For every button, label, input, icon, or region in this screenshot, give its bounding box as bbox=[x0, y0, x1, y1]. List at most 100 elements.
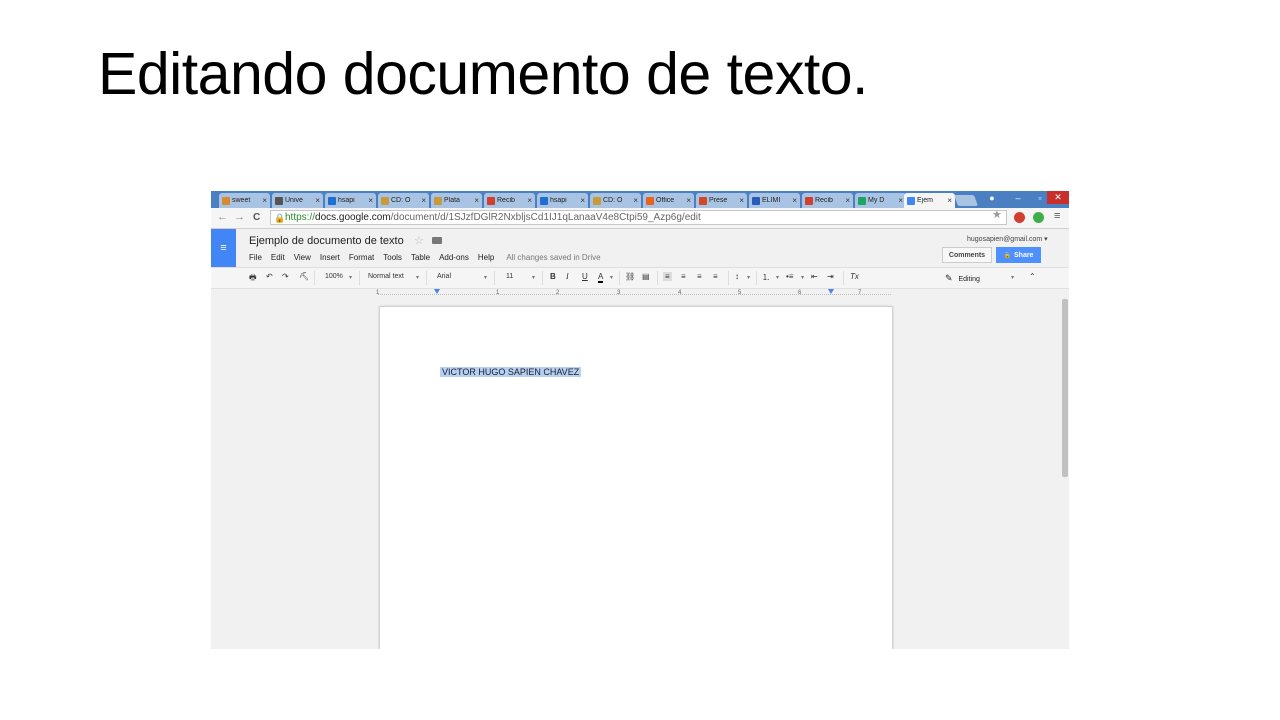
close-icon[interactable]: × bbox=[845, 196, 853, 205]
close-icon[interactable]: × bbox=[421, 196, 429, 205]
document-title[interactable]: Ejemplo de documento de texto bbox=[249, 235, 404, 247]
menu-help[interactable]: Help bbox=[478, 253, 494, 262]
menu-file[interactable]: File bbox=[249, 253, 262, 262]
forward-button[interactable]: → bbox=[234, 211, 245, 223]
browser-tab[interactable]: CD: O × bbox=[378, 193, 429, 208]
browser-tab-active[interactable]: Ejem × bbox=[904, 193, 955, 208]
close-window-button[interactable]: ✕ bbox=[1047, 191, 1069, 204]
align-right-icon[interactable]: ≡ bbox=[697, 272, 702, 281]
numbered-list-icon[interactable]: ⒈ bbox=[762, 272, 770, 283]
toolbar-divider bbox=[728, 271, 729, 285]
comment-icon[interactable]: ▤ bbox=[642, 272, 650, 281]
italic-button[interactable]: I bbox=[566, 272, 569, 281]
redo-icon[interactable]: ↷ bbox=[282, 272, 289, 281]
close-icon[interactable]: × bbox=[368, 196, 376, 205]
menu-add-ons[interactable]: Add-ons bbox=[439, 253, 469, 262]
browser-tab[interactable]: hsapi × bbox=[537, 193, 588, 208]
close-icon[interactable]: × bbox=[315, 196, 323, 205]
minimize-button[interactable]: – bbox=[1007, 191, 1029, 204]
zoom-select[interactable]: 100% bbox=[325, 273, 343, 280]
align-justify-icon[interactable]: ≡ bbox=[713, 272, 718, 281]
user-icon[interactable]: ● bbox=[985, 191, 999, 204]
comments-button[interactable]: Comments bbox=[942, 247, 992, 263]
chevron-down-icon: ▾ bbox=[776, 275, 780, 281]
menu-view[interactable]: View bbox=[294, 253, 311, 262]
underline-button[interactable]: U bbox=[582, 272, 588, 281]
bookmark-star-icon[interactable]: ★ bbox=[992, 208, 1002, 221]
toolbar-divider bbox=[542, 271, 543, 285]
format-toolbar: 🖶 ↶ ↷ ⛏ 100% ▾ Normal text ▾ Arial ▾ 11 … bbox=[211, 267, 1069, 289]
decrease-indent-icon[interactable]: ⇤ bbox=[811, 272, 818, 281]
collapse-toolbar-icon[interactable]: ⌃ bbox=[1029, 272, 1036, 281]
document-page[interactable]: VICTOR HUGO SAPIEN CHAVEZ bbox=[379, 306, 893, 649]
ruler-line bbox=[378, 294, 891, 295]
document-text-selected[interactable]: VICTOR HUGO SAPIEN CHAVEZ bbox=[440, 367, 582, 377]
browser-menu-icon[interactable]: ≡ bbox=[1054, 210, 1060, 222]
close-icon[interactable]: × bbox=[947, 196, 955, 205]
browser-tab[interactable]: sweet × bbox=[219, 193, 270, 208]
toolbar-divider bbox=[426, 271, 427, 285]
chevron-down-icon: ▾ bbox=[1044, 236, 1048, 243]
tab-favicon-icon bbox=[487, 196, 495, 205]
browser-tab[interactable]: hsapi × bbox=[325, 193, 376, 208]
toolbar-divider bbox=[494, 271, 495, 285]
menu-table[interactable]: Table bbox=[411, 253, 430, 262]
address-bar[interactable]: 🔒 https://docs.google.com/document/d/1SJz… bbox=[270, 210, 1007, 225]
browser-tab[interactable]: Office × bbox=[643, 193, 694, 208]
star-icon[interactable]: ☆ bbox=[414, 234, 424, 247]
browser-tab[interactable]: My D × bbox=[855, 193, 906, 208]
bulleted-list-icon[interactable]: •≡ bbox=[786, 272, 793, 281]
close-icon[interactable]: × bbox=[739, 196, 747, 205]
line-spacing-icon[interactable]: ↕ bbox=[735, 272, 739, 281]
close-icon[interactable]: × bbox=[686, 196, 694, 205]
extension-icon[interactable] bbox=[1014, 212, 1025, 223]
tab-favicon-icon bbox=[593, 196, 601, 205]
ruler[interactable]: 1 1 2 3 4 5 6 7 bbox=[376, 289, 891, 298]
menu-edit[interactable]: Edit bbox=[271, 253, 285, 262]
close-icon[interactable]: × bbox=[474, 196, 482, 205]
close-icon[interactable]: × bbox=[633, 196, 641, 205]
right-indent-marker-icon[interactable] bbox=[828, 289, 834, 294]
toolbar-divider bbox=[756, 271, 757, 285]
browser-tab[interactable]: Prese × bbox=[696, 193, 747, 208]
text-color-button[interactable]: A bbox=[598, 272, 604, 283]
close-icon[interactable]: × bbox=[580, 196, 588, 205]
extension-icon[interactable] bbox=[1033, 212, 1044, 223]
browser-tab[interactable]: Recib × bbox=[484, 193, 535, 208]
close-icon[interactable]: × bbox=[527, 196, 535, 205]
browser-tab[interactable]: CD: O × bbox=[590, 193, 641, 208]
ruler-number: 7 bbox=[858, 290, 862, 296]
increase-indent-icon[interactable]: ⇥ bbox=[827, 272, 834, 281]
bold-button[interactable]: B bbox=[550, 272, 556, 281]
indent-marker-icon[interactable] bbox=[434, 289, 440, 294]
browser-tab[interactable]: Unive × bbox=[272, 193, 323, 208]
browser-tab[interactable]: Recib × bbox=[802, 193, 853, 208]
style-select[interactable]: Normal text bbox=[368, 273, 404, 280]
font-size-select[interactable]: 11 bbox=[506, 273, 513, 280]
align-center-icon[interactable]: ≡ bbox=[681, 272, 686, 281]
link-icon[interactable]: ⛓ bbox=[625, 272, 635, 281]
menu-format[interactable]: Format bbox=[349, 253, 374, 262]
close-icon[interactable]: × bbox=[262, 196, 270, 205]
docs-logo-icon[interactable]: ≡ bbox=[211, 229, 236, 267]
clear-formatting-icon[interactable]: Tx bbox=[850, 272, 859, 281]
menu-tools[interactable]: Tools bbox=[383, 253, 402, 262]
folder-icon[interactable] bbox=[432, 237, 442, 244]
browser-tab[interactable]: ELIMI × bbox=[749, 193, 800, 208]
new-tab-button[interactable] bbox=[953, 195, 979, 206]
browser-tab[interactable]: Plata × bbox=[431, 193, 482, 208]
share-button[interactable]: 🔒 Share bbox=[996, 247, 1041, 263]
ruler-number: 6 bbox=[798, 290, 802, 296]
editing-mode-select[interactable]: ✎ Editing bbox=[945, 273, 980, 284]
undo-icon[interactable]: ↶ bbox=[266, 272, 273, 281]
align-left-icon[interactable]: ≡ bbox=[663, 272, 672, 281]
reload-button[interactable]: C bbox=[253, 212, 260, 223]
font-select[interactable]: Arial bbox=[437, 273, 451, 280]
account-email[interactable]: hugosapien@gmail.com ▾ bbox=[967, 235, 1048, 243]
print-icon[interactable]: 🖶 bbox=[249, 272, 257, 286]
menu-insert[interactable]: Insert bbox=[320, 253, 340, 262]
paint-format-icon[interactable]: ⛏ bbox=[299, 272, 309, 281]
back-button[interactable]: ← bbox=[217, 211, 228, 223]
scrollbar-thumb[interactable] bbox=[1062, 299, 1068, 477]
close-icon[interactable]: × bbox=[792, 196, 800, 205]
